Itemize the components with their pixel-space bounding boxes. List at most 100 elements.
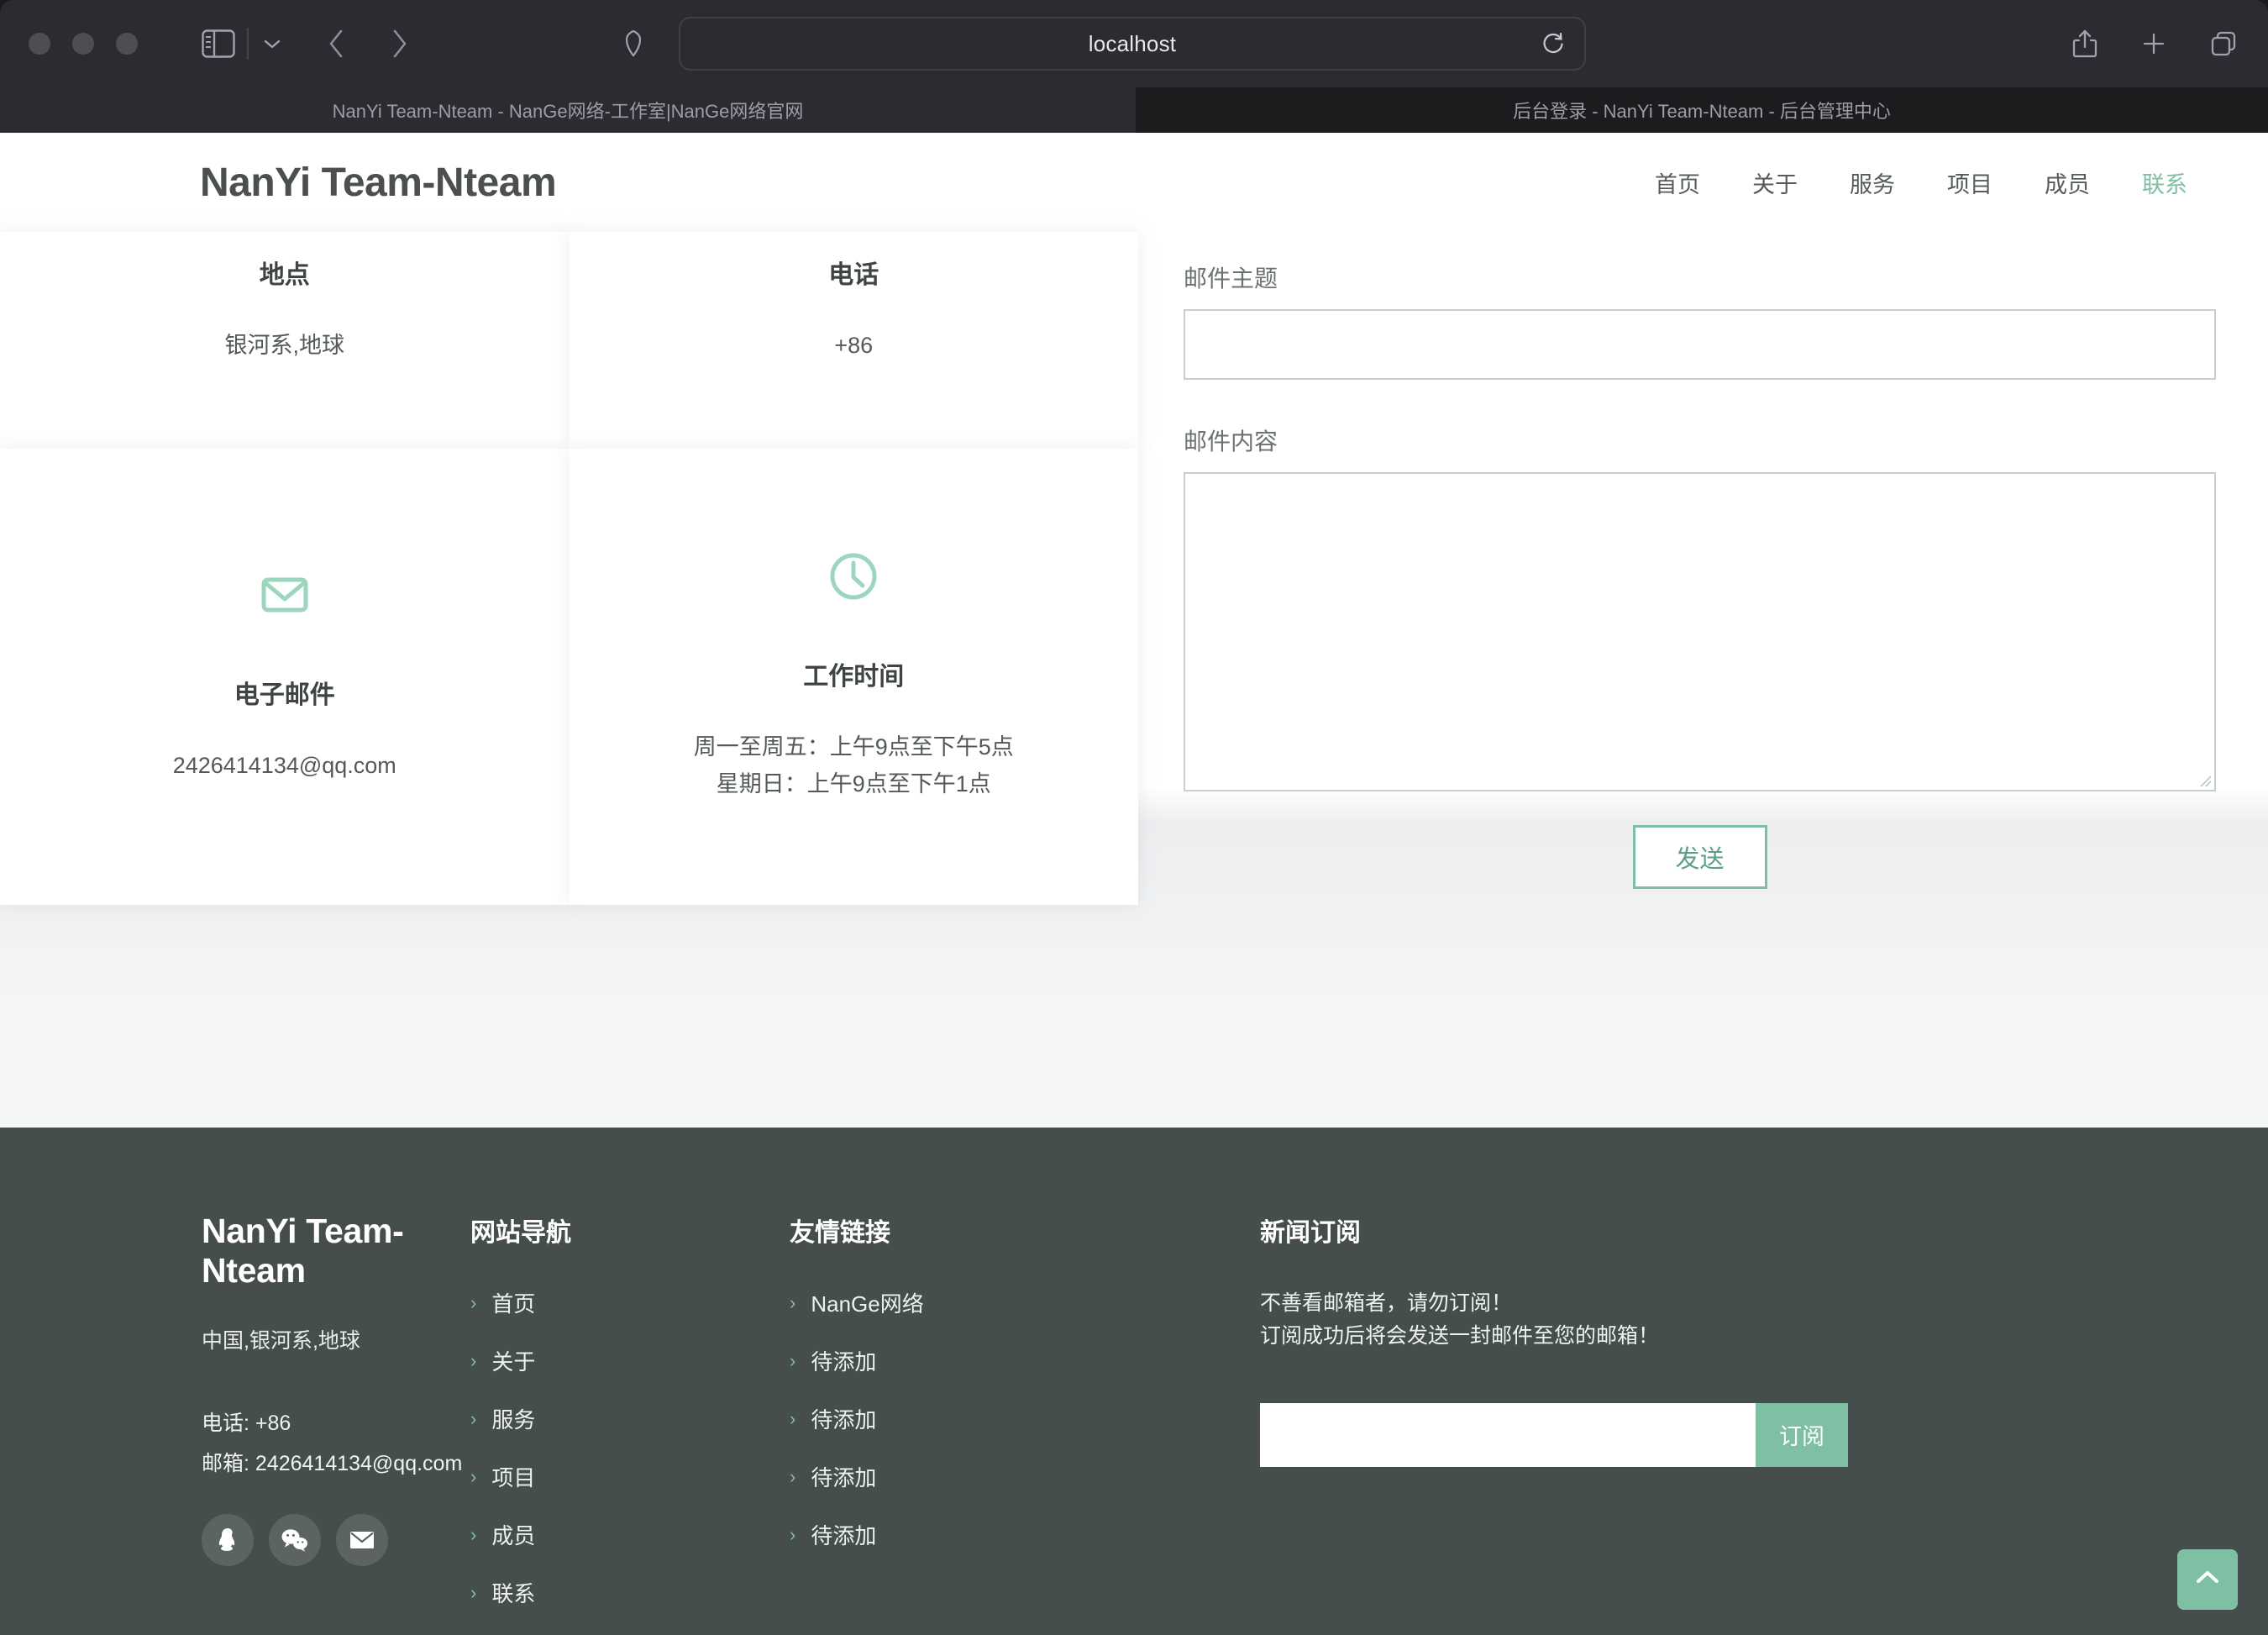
scroll-to-top-button[interactable]: [2177, 1549, 2238, 1610]
list-item[interactable]: › 待添加: [790, 1461, 1260, 1492]
footer-nav-link[interactable]: 成员: [491, 1519, 535, 1550]
subject-input[interactable]: [1184, 309, 2216, 380]
footer-friend-link[interactable]: NanGe网络: [811, 1287, 923, 1318]
tab-title: 后台登录 - NanYi Team-Nteam - 后台管理中心: [1513, 101, 1891, 122]
footer-links-column: 友情链接 › NanGe网络 › 待添加 › 待添加 › 待添加 › 待添加: [790, 1212, 1260, 1635]
tabs-icon[interactable]: [2209, 29, 2238, 58]
window-controls[interactable]: [29, 33, 138, 55]
footer-social-links: [202, 1514, 470, 1566]
forward-icon[interactable]: [388, 27, 410, 60]
contact-card-email: 电子邮件 2426414134@qq.com: [0, 449, 570, 905]
browser-tab-inactive[interactable]: 后台登录 - NanYi Team-Nteam - 后台管理中心: [1136, 87, 2268, 133]
share-icon[interactable]: [2071, 29, 2098, 59]
card-text: 银河系,地球: [224, 333, 344, 358]
footer-news-heading: 新闻订阅: [1260, 1219, 1361, 1247]
browser-window: localhost NanYi Team-Nteam - NanGe网络-工作室…: [0, 0, 2268, 1635]
newsletter-email-input[interactable]: [1260, 1402, 1756, 1467]
footer-newsletter-column: 新闻订阅 不善看邮箱者，请勿订阅！ 订阅成功后将会发送一封邮件至您的邮箱！ 订阅: [1260, 1212, 2268, 1635]
footer-friend-link[interactable]: 待添加: [811, 1519, 876, 1550]
mail-icon: [259, 569, 311, 625]
list-item[interactable]: › 成员: [470, 1519, 790, 1550]
chevron-right-icon: ›: [470, 1349, 477, 1371]
footer-address: 中国,银河系,地球: [202, 1329, 360, 1353]
site-brand[interactable]: NanYi Team-Nteam: [200, 160, 557, 206]
chevron-right-icon: ›: [790, 1407, 796, 1429]
footer-nav-link[interactable]: 项目: [491, 1461, 535, 1492]
send-button[interactable]: 发送: [1632, 825, 1767, 889]
contact-card-phone: 电话 +86: [569, 232, 1138, 449]
site-header: NanYi Team-Nteam 首页 关于 服务 项目 成员 联系: [0, 133, 2268, 232]
footer-nav-column: 网站导航 › 首页 › 关于 › 服务 › 项目 › 成员 › 联系: [470, 1212, 790, 1635]
send-row: 发送: [1184, 825, 2216, 889]
footer-phone: 电话: +86: [202, 1412, 291, 1435]
address-bar[interactable]: localhost: [679, 17, 1586, 71]
footer-friend-link[interactable]: 待添加: [811, 1345, 876, 1376]
footer-nav-heading: 网站导航: [470, 1219, 571, 1247]
reload-icon[interactable]: [1541, 31, 1566, 56]
resize-grip-icon[interactable]: [2197, 772, 2212, 787]
mail-icon[interactable]: [336, 1514, 388, 1566]
list-item[interactable]: › 服务: [470, 1403, 790, 1434]
shield-icon[interactable]: [623, 29, 643, 58]
nav-item-members[interactable]: 成员: [2045, 166, 2090, 199]
toolbar-divider: [247, 28, 249, 60]
footer-links-list: › NanGe网络 › 待添加 › 待添加 › 待添加 › 待添加: [790, 1287, 1260, 1550]
card-text: 2426414134@qq.com: [172, 753, 396, 779]
list-item[interactable]: › 项目: [470, 1461, 790, 1492]
footer-friend-link[interactable]: 待添加: [811, 1403, 876, 1434]
chevron-right-icon: ›: [470, 1291, 477, 1313]
plus-icon[interactable]: [2140, 30, 2167, 57]
newsletter-form: 订阅: [1260, 1402, 1848, 1467]
nav-item-services[interactable]: 服务: [1850, 166, 1895, 199]
list-item[interactable]: › 关于: [470, 1345, 790, 1376]
subscribe-button[interactable]: 订阅: [1756, 1402, 1848, 1467]
qq-icon[interactable]: [202, 1514, 254, 1566]
url-text: localhost: [1088, 30, 1177, 56]
footer-nav-link[interactable]: 服务: [491, 1403, 535, 1434]
card-title: 电话: [828, 261, 879, 289]
list-item[interactable]: › 待添加: [790, 1519, 1260, 1550]
card-title: 工作时间: [803, 663, 905, 691]
minimize-window-button[interactable]: [72, 33, 94, 55]
contact-card-location: 地点 银河系,地球: [0, 232, 570, 449]
list-item[interactable]: › 待添加: [790, 1345, 1260, 1376]
nav-item-home[interactable]: 首页: [1655, 166, 1700, 199]
nav-item-projects[interactable]: 项目: [1947, 166, 1992, 199]
list-item[interactable]: › 联系: [470, 1577, 790, 1608]
footer-links-heading: 友情链接: [790, 1219, 890, 1247]
footer-news-line1: 不善看邮箱者，请勿订阅！: [1260, 1291, 1513, 1315]
card-title: 电子邮件: [234, 681, 335, 710]
footer-brand: NanYi Team-Nteam: [202, 1212, 404, 1290]
toolbar-right-actions: [2071, 29, 2238, 59]
main-navigation: 首页 关于 服务 项目 成员 联系: [1655, 166, 2187, 199]
nav-item-about[interactable]: 关于: [1752, 166, 1798, 199]
list-item[interactable]: › 待添加: [790, 1403, 1260, 1434]
body-textarea[interactable]: [1185, 474, 2214, 790]
footer-nav-link[interactable]: 关于: [491, 1345, 535, 1376]
wechat-icon[interactable]: [269, 1514, 321, 1566]
footer-brand-column: NanYi Team-Nteam 中国,银河系,地球 电话: +86 邮箱: 2…: [0, 1212, 470, 1635]
page-viewport: NanYi Team-Nteam 首页 关于 服务 项目 成员 联系 地点 银河…: [0, 133, 2268, 1635]
chevron-up-icon: [2194, 1569, 2221, 1591]
list-item[interactable]: › NanGe网络: [790, 1287, 1260, 1318]
chevron-down-icon[interactable]: [260, 35, 284, 52]
list-item[interactable]: › 首页: [470, 1287, 790, 1318]
maximize-window-button[interactable]: [116, 33, 138, 55]
footer-friend-link[interactable]: 待添加: [811, 1461, 876, 1492]
tab-title: NanYi Team-Nteam - NanGe网络-工作室|NanGe网络官网: [332, 101, 804, 122]
chevron-right-icon: ›: [790, 1291, 796, 1313]
sidebar-icon[interactable]: [202, 29, 235, 58]
close-window-button[interactable]: [29, 33, 50, 55]
contact-section: 地点 银河系,地球 电话 +86 电子邮件 2426414134@qq.com …: [0, 232, 2268, 1128]
card-text-line1: 周一至周五：上午9点至下午5点: [693, 734, 1014, 760]
chevron-right-icon: ›: [470, 1465, 477, 1487]
footer-nav-link[interactable]: 联系: [491, 1577, 535, 1608]
browser-tab-active[interactable]: NanYi Team-Nteam - NanGe网络-工作室|NanGe网络官网: [0, 87, 1136, 133]
contact-layout: 地点 银河系,地球 电话 +86 电子邮件 2426414134@qq.com …: [0, 232, 2268, 1055]
site-footer: NanYi Team-Nteam 中国,银河系,地球 电话: +86 邮箱: 2…: [0, 1128, 2268, 1635]
nav-item-contact[interactable]: 联系: [2142, 166, 2187, 199]
footer-news-text: 不善看邮箱者，请勿订阅！ 订阅成功后将会发送一封邮件至您的邮箱！: [1260, 1287, 2167, 1353]
chevron-right-icon: ›: [790, 1465, 796, 1487]
footer-nav-link[interactable]: 首页: [491, 1287, 535, 1318]
back-icon[interactable]: [326, 27, 348, 60]
